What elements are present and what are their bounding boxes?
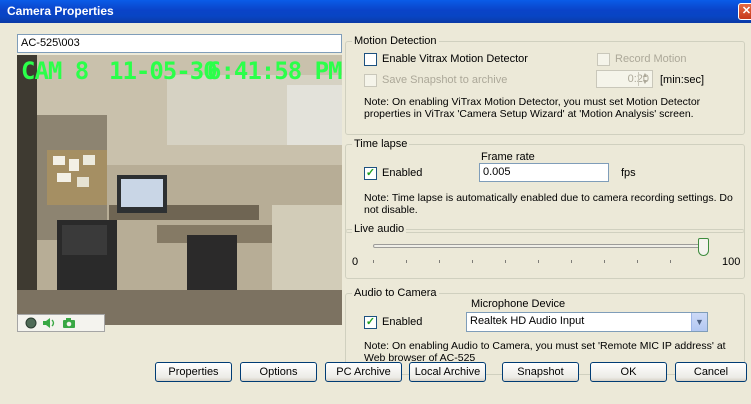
time-lapse-enabled-label: Enabled bbox=[382, 167, 423, 179]
live-audio-slider-ticks bbox=[373, 260, 703, 263]
time-lapse-legend: Time lapse bbox=[352, 138, 410, 150]
properties-button[interactable]: Properties bbox=[155, 362, 232, 382]
live-audio-slider-thumb[interactable] bbox=[698, 238, 709, 256]
microphone-device-select[interactable]: Realtek HD Audio Input ▼ bbox=[466, 312, 708, 332]
motion-detection-group: Motion Detection Enable Vitrax Motion De… bbox=[345, 35, 745, 135]
chevron-down-icon[interactable]: ▼ bbox=[691, 313, 707, 331]
motion-detection-legend: Motion Detection bbox=[352, 35, 439, 47]
frame-rate-label: Frame rate bbox=[481, 151, 535, 163]
snapshot-button[interactable]: Snapshot bbox=[502, 362, 579, 382]
frame-rate-input[interactable]: 0.005 bbox=[479, 163, 609, 182]
close-button[interactable]: ✕ bbox=[738, 3, 751, 20]
live-audio-legend: Live audio bbox=[352, 223, 407, 235]
cancel-button[interactable]: Cancel bbox=[675, 362, 747, 382]
record-motion-checkbox[interactable] bbox=[597, 53, 610, 66]
left-panel: AC-525\003 CAM 8 11-05-30 6:41:58 PM bbox=[0, 23, 345, 404]
overlay-date: 11-05-30 bbox=[109, 57, 218, 85]
window-title: Camera Properties bbox=[7, 4, 114, 18]
live-audio-slider-track[interactable] bbox=[373, 244, 703, 248]
record-icon[interactable] bbox=[24, 317, 38, 329]
microphone-device-label: Microphone Device bbox=[471, 298, 566, 310]
save-snapshot-label: Save Snapshot to archive bbox=[382, 74, 508, 86]
options-button[interactable]: Options bbox=[240, 362, 317, 382]
overlay-camera-label: CAM 8 bbox=[21, 57, 89, 85]
audio-to-camera-legend: Audio to Camera bbox=[352, 287, 439, 299]
motion-detection-note: Note: On enabling ViTrax Motion Detector… bbox=[364, 96, 701, 120]
microphone-device-value: Realtek HD Audio Input bbox=[470, 315, 585, 327]
motion-interval-spinner[interactable]: ▲ ▼ bbox=[638, 72, 651, 86]
audio-to-camera-note: Note: On enabling Audio to Camera, you m… bbox=[364, 340, 726, 364]
enable-motion-detector-checkbox[interactable] bbox=[364, 53, 377, 66]
audio-to-camera-enabled-checkbox[interactable]: ✓ bbox=[364, 316, 377, 329]
live-audio-group: Live audio 0 100 bbox=[345, 223, 745, 279]
ok-button[interactable]: OK bbox=[590, 362, 667, 382]
camera-name-field[interactable]: AC-525\003 bbox=[17, 34, 342, 53]
record-motion-label: Record Motion bbox=[615, 53, 687, 65]
frame-rate-unit: fps bbox=[621, 167, 636, 179]
live-audio-max-label: 100 bbox=[722, 256, 741, 268]
preview-toolbar bbox=[17, 314, 105, 332]
save-snapshot-checkbox[interactable] bbox=[364, 74, 377, 87]
audio-to-camera-enabled-label: Enabled bbox=[382, 316, 423, 328]
time-lapse-group: Time lapse Frame rate ✓ Enabled 0.005 fp… bbox=[345, 138, 745, 233]
camera-video-preview: CAM 8 11-05-30 6:41:58 PM bbox=[17, 55, 342, 325]
time-lapse-enabled-checkbox[interactable]: ✓ bbox=[364, 167, 377, 180]
camera-scene bbox=[17, 55, 342, 325]
motion-interval-unit: [min:sec] bbox=[660, 74, 705, 86]
time-lapse-note: Note: Time lapse is automatically enable… bbox=[364, 192, 733, 216]
snapshot-camera-icon[interactable] bbox=[62, 317, 76, 329]
enable-motion-detector-label: Enable Vitrax Motion Detector bbox=[382, 53, 528, 65]
title-bar: Camera Properties ✕ bbox=[0, 0, 751, 23]
speaker-icon[interactable] bbox=[42, 317, 56, 329]
overlay-time: 6:41:58 PM bbox=[207, 57, 342, 85]
local-archive-button[interactable]: Local Archive bbox=[409, 362, 486, 382]
live-audio-min-label: 0 bbox=[352, 256, 359, 268]
pc-archive-button[interactable]: PC Archive bbox=[325, 362, 402, 382]
